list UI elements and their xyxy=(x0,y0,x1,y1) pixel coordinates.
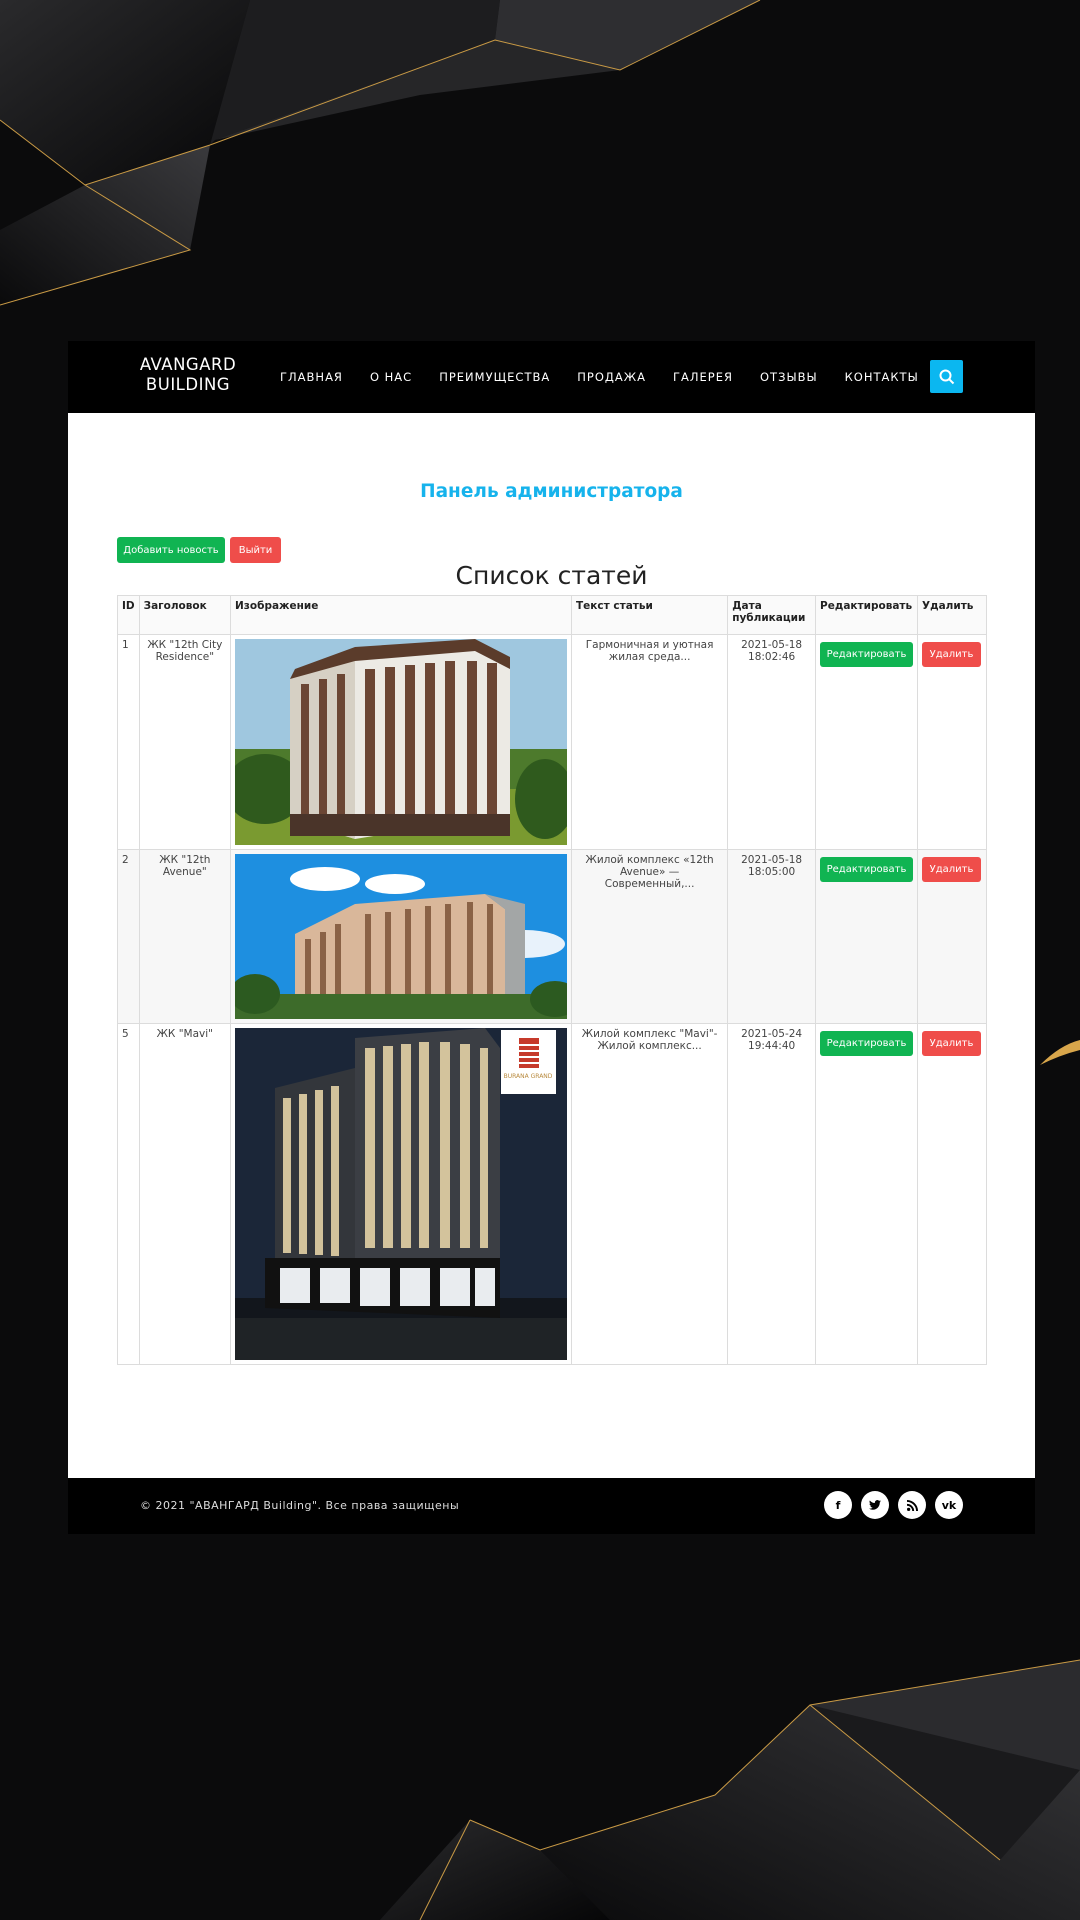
cell-image xyxy=(230,849,573,1024)
column-header-text: Текст статьи xyxy=(571,595,729,635)
cell-id: 5 xyxy=(117,1023,140,1365)
add-news-button[interactable]: Добавить новость xyxy=(117,537,225,563)
cell-delete: Удалить xyxy=(917,849,987,1024)
logout-button[interactable]: Выйти xyxy=(230,537,281,563)
table-row: 2 ЖК "12th Avenue" Жилой комплекс «12th … xyxy=(117,849,987,1024)
cell-id: 1 xyxy=(117,634,140,850)
table-row: 1 ЖК "12th City Residence" Гармоничная и… xyxy=(117,634,987,850)
list-title: Список статей xyxy=(455,561,648,590)
edit-button[interactable]: Редактировать xyxy=(820,857,914,882)
brand-logo[interactable]: AVANGARD BUILDING xyxy=(138,355,238,395)
cell-edit: Редактировать xyxy=(815,849,919,1024)
column-header-title: Заголовок xyxy=(138,595,232,635)
column-header-date: Дата публикации xyxy=(727,595,817,635)
nav-item-contacts[interactable]: КОНТАКТЫ xyxy=(845,370,919,384)
delete-button[interactable]: Удалить xyxy=(922,1031,982,1056)
cell-date: 2021-05-18 18:05:00 xyxy=(727,849,817,1024)
column-header-edit: Редактировать xyxy=(815,595,919,635)
cell-image xyxy=(230,634,573,850)
brand-line1: AVANGARD xyxy=(139,355,237,374)
nav-item-home[interactable]: ГЛАВНАЯ xyxy=(280,370,343,384)
building-image: BURANA GRAND xyxy=(235,1028,568,1360)
cell-image: BURANA GRAND xyxy=(230,1023,573,1365)
building-image xyxy=(235,639,568,845)
vk-icon[interactable]: vk xyxy=(935,1491,963,1519)
brand-badge-text: BURANA GRAND xyxy=(504,1073,553,1080)
page-title: Панель администратора xyxy=(420,481,683,502)
cell-title: ЖК "12th Avenue" xyxy=(138,849,232,1024)
edit-button[interactable]: Редактировать xyxy=(820,1031,914,1056)
edit-button[interactable]: Редактировать xyxy=(820,642,914,667)
column-header-id: ID xyxy=(117,595,140,635)
cell-id: 2 xyxy=(117,849,140,1024)
cell-edit: Редактировать xyxy=(815,1023,919,1365)
facebook-icon[interactable]: f xyxy=(824,1491,852,1519)
cell-text: Жилой комплекс "Mavi"- Жилой комплекс... xyxy=(571,1023,729,1365)
articles-table: ID Заголовок Изображение Текст статьи Да… xyxy=(117,595,987,1365)
admin-panel: Панель администратора Добавить новость В… xyxy=(68,413,1035,1478)
search-button[interactable] xyxy=(930,360,963,393)
cell-text: Гармоничная и уютная жилая среда... xyxy=(571,634,729,850)
delete-button[interactable]: Удалить xyxy=(922,857,982,882)
column-header-image: Изображение xyxy=(230,595,573,635)
cell-delete: Удалить xyxy=(917,634,987,850)
building-image xyxy=(235,854,568,1019)
delete-button[interactable]: Удалить xyxy=(922,642,982,667)
column-header-delete: Удалить xyxy=(917,595,987,635)
site-card: AVANGARD BUILDING ГЛАВНАЯ О НАС ПРЕИМУЩЕ… xyxy=(68,341,1035,1534)
nav-item-about[interactable]: О НАС xyxy=(370,370,412,384)
search-icon xyxy=(939,369,954,384)
rss-icon[interactable] xyxy=(898,1491,926,1519)
nav-item-gallery[interactable]: ГАЛЕРЕЯ xyxy=(673,370,733,384)
nav-item-advantages[interactable]: ПРЕИМУЩЕСТВА xyxy=(439,370,550,384)
cell-date: 2021-05-24 19:44:40 xyxy=(727,1023,817,1365)
brand-line2: BUILDING xyxy=(145,375,231,394)
twitter-icon[interactable] xyxy=(861,1491,889,1519)
header-navbar: AVANGARD BUILDING ГЛАВНАЯ О НАС ПРЕИМУЩЕ… xyxy=(68,341,1035,413)
nav-item-reviews[interactable]: ОТЗЫВЫ xyxy=(760,370,818,384)
nav-item-sales[interactable]: ПРОДАЖА xyxy=(577,370,646,384)
site-footer: © 2021 "АВАНГАРД Building". Все права за… xyxy=(68,1478,1035,1534)
cell-delete: Удалить xyxy=(917,1023,987,1365)
table-header-row: ID Заголовок Изображение Текст статьи Да… xyxy=(117,595,987,635)
cell-text: Жилой комплекс «12th Avenue» — Современн… xyxy=(571,849,729,1024)
cell-title: ЖК "12th City Residence" xyxy=(138,634,232,850)
cell-title: ЖК "Mavi" xyxy=(138,1023,232,1365)
copyright-text: © 2021 "АВАНГАРД Building". Все права за… xyxy=(140,1499,460,1512)
cell-edit: Редактировать xyxy=(815,634,919,850)
main-nav: ГЛАВНАЯ О НАС ПРЕИМУЩЕСТВА ПРОДАЖА ГАЛЕР… xyxy=(280,341,946,413)
social-links: f vk xyxy=(824,1491,972,1519)
table-row: 5 ЖК "Mavi" BURANA GRAND Жилой комплекс … xyxy=(117,1023,987,1365)
cell-date: 2021-05-18 18:02:46 xyxy=(727,634,817,850)
